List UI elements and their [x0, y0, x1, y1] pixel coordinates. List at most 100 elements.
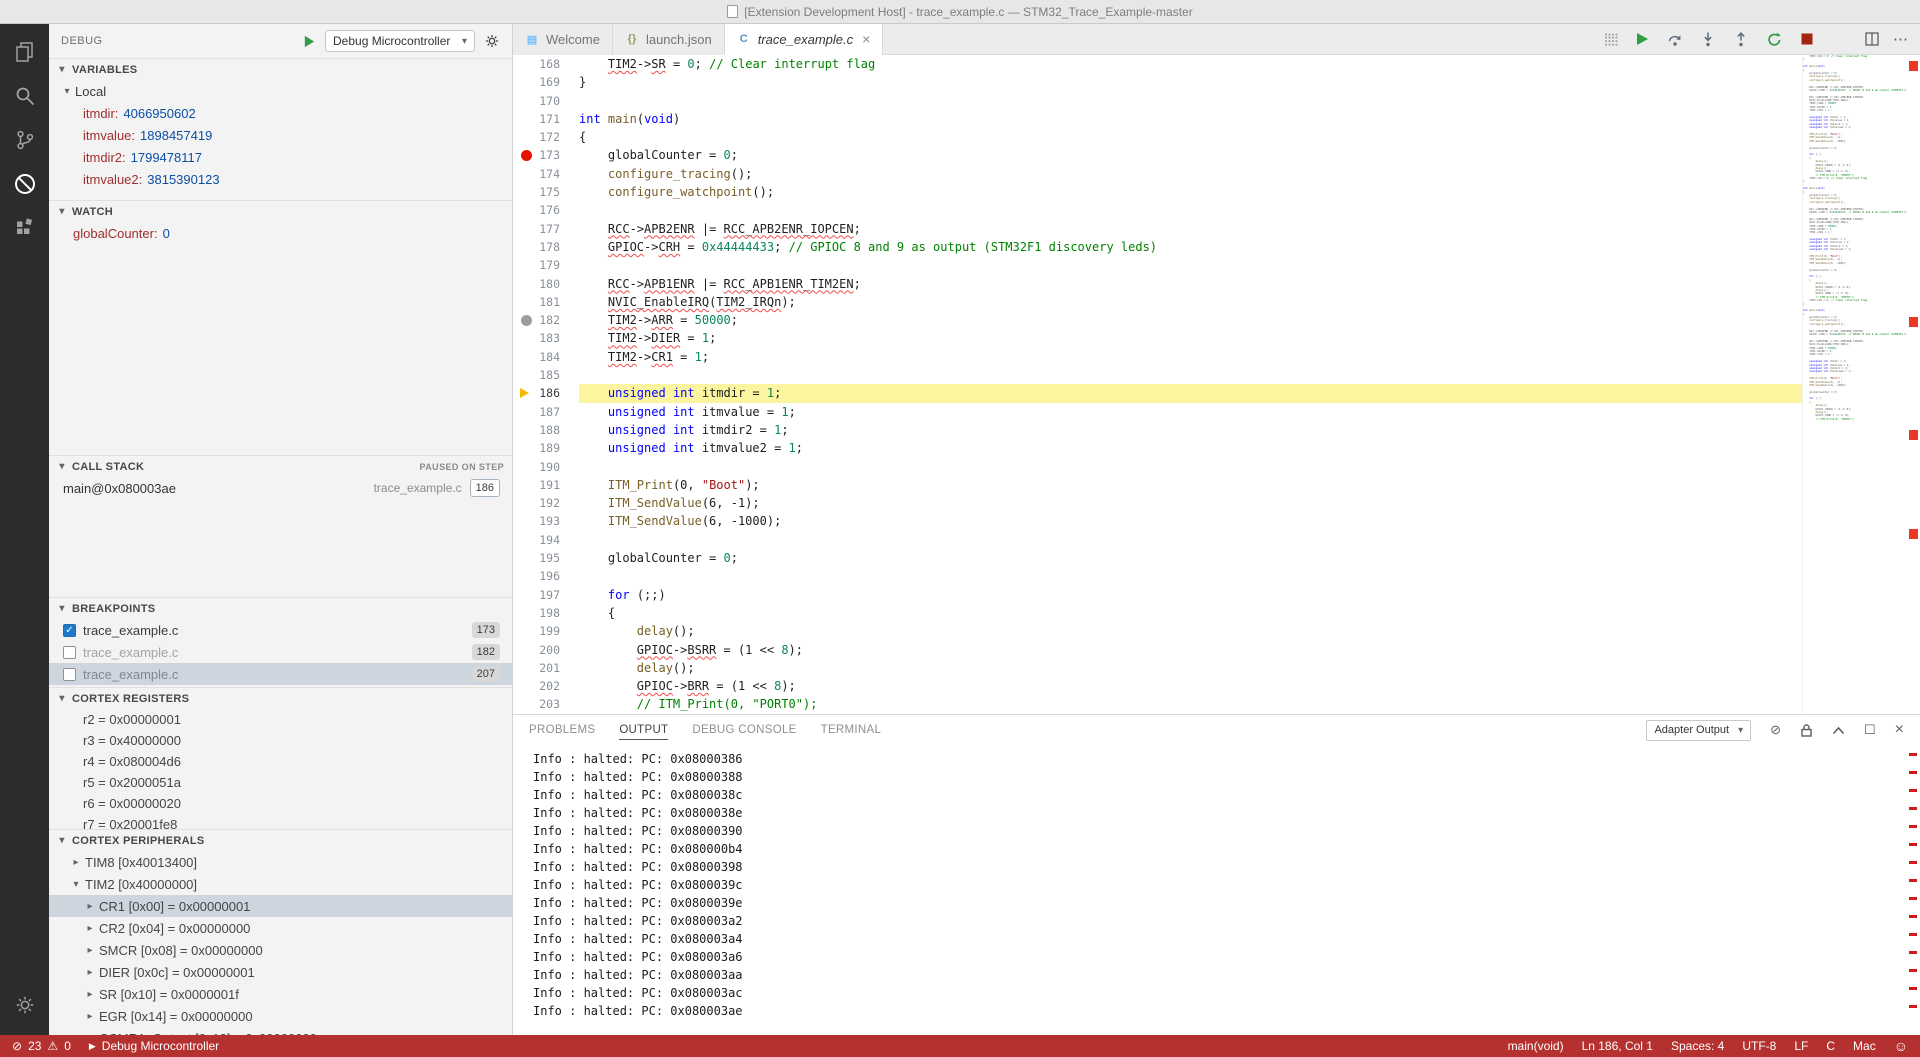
code-line[interactable]: 183 TIM2->DIER = 1;	[513, 329, 1920, 347]
gutter[interactable]: 176	[513, 201, 579, 219]
peripheral-register-row[interactable]: ▸CR1 [0x00] = 0x00000001	[49, 895, 512, 917]
debug-settings-gear-icon[interactable]	[484, 33, 500, 49]
code-line[interactable]: 190	[513, 458, 1920, 476]
language-indicator[interactable]: C	[1826, 1039, 1835, 1053]
problems-status[interactable]: ⊘ 23 ⚠ 0	[12, 1039, 71, 1053]
gutter[interactable]: 187	[513, 403, 579, 421]
continue-button[interactable]	[1634, 31, 1650, 47]
code-line[interactable]: 188 unsigned int itmdir2 = 1;	[513, 421, 1920, 439]
code-line[interactable]: 193 ITM_SendValue(6, -1000);	[513, 512, 1920, 530]
peripheral-register-row[interactable]: ▸SR [0x10] = 0x0000001f	[49, 983, 512, 1005]
code-line[interactable]: 174 configure_tracing();	[513, 165, 1920, 183]
code-line[interactable]: 176	[513, 201, 1920, 219]
indentation-indicator[interactable]: Spaces: 4	[1671, 1039, 1724, 1053]
editor-tab-welcome[interactable]: ▤Welcome	[513, 24, 613, 55]
code-line[interactable]: 168 TIM2->SR = 0; // Clear interrupt fla…	[513, 55, 1920, 73]
variable-row[interactable]: itmvalue:1898457419	[49, 124, 512, 146]
gutter[interactable]: 174	[513, 165, 579, 183]
register-row[interactable]: r4 = 0x080004d6	[49, 751, 512, 772]
explorer-icon[interactable]	[0, 30, 49, 74]
code-line[interactable]: 178 GPIOC->CRH = 0x44444433; // GPIOC 8 …	[513, 238, 1920, 256]
close-icon[interactable]: ×	[862, 31, 870, 47]
step-out-button[interactable]	[1733, 31, 1749, 47]
settings-gear-icon[interactable]	[0, 983, 49, 1027]
code-line[interactable]: 189 unsigned int itmvalue2 = 1;	[513, 439, 1920, 457]
debug-status[interactable]: ▶ Debug Microcontroller	[89, 1039, 219, 1053]
gutter[interactable]: 199	[513, 622, 579, 640]
search-icon[interactable]	[0, 74, 49, 118]
peripheral-register-row[interactable]: ▸CCMR1_Output [0x18] = 0x00000000	[49, 1027, 512, 1035]
watch-row[interactable]: globalCounter:0	[49, 222, 512, 244]
code-line[interactable]: 191 ITM_Print(0, "Boot");	[513, 476, 1920, 494]
editor-tab-launch-json[interactable]: {}launch.json	[613, 24, 725, 55]
gutter[interactable]: 181	[513, 293, 579, 311]
gutter[interactable]: 186	[513, 384, 579, 402]
code-line[interactable]: 196	[513, 567, 1920, 585]
code-line[interactable]: 182 TIM2->ARR = 50000;	[513, 311, 1920, 329]
variable-row[interactable]: itmvalue2:3815390123	[49, 168, 512, 190]
peripheral-register-row[interactable]: ▸CR2 [0x04] = 0x00000000	[49, 917, 512, 939]
output-log[interactable]: Info : halted: PC: 0x08000386Info : halt…	[513, 745, 1920, 1035]
panel-tab-problems[interactable]: PROBLEMS	[529, 720, 595, 740]
code-line[interactable]: 186 unsigned int itmdir = 1;	[513, 384, 1920, 402]
close-panel-icon[interactable]: ×	[1895, 721, 1904, 739]
gutter[interactable]: 203	[513, 695, 579, 713]
peripheral-register-row[interactable]: ▸DIER [0x0c] = 0x00000001	[49, 961, 512, 983]
eol-indicator[interactable]: LF	[1794, 1039, 1808, 1053]
peripheral-register-row[interactable]: ▸EGR [0x14] = 0x00000000	[49, 1005, 512, 1027]
breakpoint-row[interactable]: trace_example.c182	[49, 641, 512, 663]
gutter[interactable]: 180	[513, 275, 579, 293]
gutter[interactable]: 168	[513, 55, 579, 73]
call-stack-header[interactable]: ▾ CALL STACK PAUSED ON STEP	[49, 456, 512, 477]
gutter[interactable]: 190	[513, 458, 579, 476]
code-line[interactable]: 184 TIM2->CR1 = 1;	[513, 348, 1920, 366]
gutter[interactable]: 189	[513, 439, 579, 457]
gutter[interactable]: 169	[513, 73, 579, 91]
code-line[interactable]: 202 GPIOC->BRR = (1 << 8);	[513, 677, 1920, 695]
restart-button[interactable]	[1766, 31, 1782, 47]
debug-icon[interactable]	[0, 162, 49, 206]
breakpoint-checkbox[interactable]	[63, 668, 76, 681]
code-editor[interactable]: 168 TIM2->SR = 0; // Clear interrupt fla…	[513, 55, 1920, 714]
code-line[interactable]: 181 NVIC_EnableIRQ(TIM2_IRQn);	[513, 293, 1920, 311]
os-indicator[interactable]: Mac	[1853, 1039, 1876, 1053]
variables-header[interactable]: ▾ VARIABLES	[49, 59, 512, 80]
symbol-indicator[interactable]: main(void)	[1508, 1039, 1564, 1053]
gutter[interactable]: 192	[513, 494, 579, 512]
gutter[interactable]: 173	[513, 146, 579, 164]
gutter[interactable]: 200	[513, 641, 579, 659]
code-line[interactable]: 187 unsigned int itmvalue = 1;	[513, 403, 1920, 421]
breakpoints-header[interactable]: ▾ BREAKPOINTS	[49, 598, 512, 619]
minimap[interactable]: TIM2->SR = 0; // Clear interrupt flag}in…	[1802, 55, 1906, 714]
code-line[interactable]: 201 delay();	[513, 659, 1920, 677]
toolbar-grip-icon[interactable]: ⣿⣿	[1603, 32, 1617, 46]
code-line[interactable]: 169}	[513, 73, 1920, 91]
code-line[interactable]: 199 delay();	[513, 622, 1920, 640]
code-line[interactable]: 170	[513, 92, 1920, 110]
gutter[interactable]: 191	[513, 476, 579, 494]
code-line[interactable]: 180 RCC->APB1ENR |= RCC_APB1ENR_TIM2EN;	[513, 275, 1920, 293]
gutter[interactable]: 175	[513, 183, 579, 201]
code-line[interactable]: 175 configure_watchpoint();	[513, 183, 1920, 201]
peripheral-register-row[interactable]: ▸SMCR [0x08] = 0x00000000	[49, 939, 512, 961]
register-row[interactable]: r7 = 0x20001fe8	[49, 814, 512, 829]
gutter[interactable]: 188	[513, 421, 579, 439]
code-line[interactable]: 171int main(void)	[513, 110, 1920, 128]
stack-frame-row[interactable]: main@0x080003aetrace_example.c186	[49, 477, 512, 499]
scope-local[interactable]: ▾Local	[49, 80, 512, 102]
breakpoint-row[interactable]: ✓trace_example.c173	[49, 619, 512, 641]
breakpoint-checkbox[interactable]	[63, 646, 76, 659]
gutter[interactable]: 198	[513, 604, 579, 622]
step-into-button[interactable]	[1700, 31, 1716, 47]
panel-tab-terminal[interactable]: TERMINAL	[821, 720, 882, 740]
code-line[interactable]: 179	[513, 256, 1920, 274]
code-line[interactable]: 194	[513, 531, 1920, 549]
cortex-registers-header[interactable]: ▾ CORTEX REGISTERS	[49, 688, 512, 709]
panel-tab-debug-console[interactable]: DEBUG CONSOLE	[692, 720, 796, 740]
code-line[interactable]: 185	[513, 366, 1920, 384]
gutter[interactable]: 194	[513, 531, 579, 549]
variable-row[interactable]: itmdir2:1799478117	[49, 146, 512, 168]
code-line[interactable]: 177 RCC->APB2ENR |= RCC_APB2ENR_IOPCEN;	[513, 220, 1920, 238]
register-row[interactable]: r3 = 0x40000000	[49, 730, 512, 751]
gutter[interactable]: 179	[513, 256, 579, 274]
